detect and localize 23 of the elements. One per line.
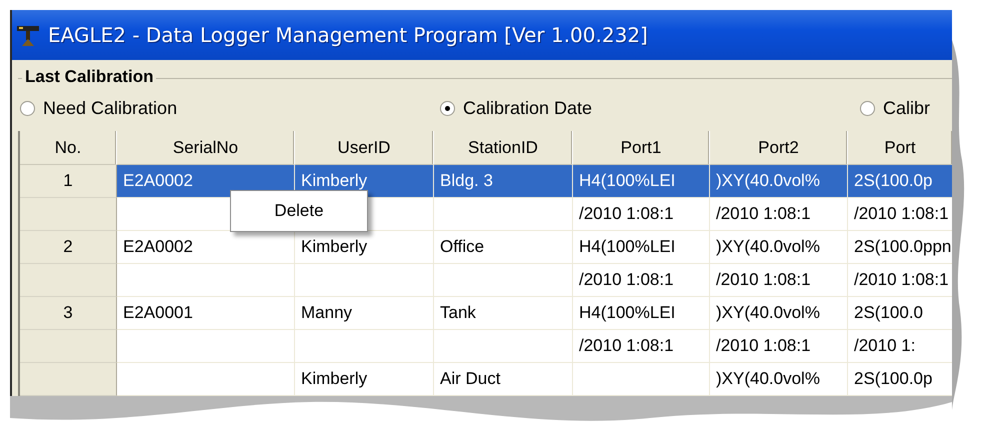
radio-button[interactable]: [20, 100, 35, 116]
column-header[interactable]: Port: [848, 131, 952, 165]
row-header: 1: [20, 165, 117, 198]
column-header[interactable]: UserID: [295, 131, 434, 165]
radio-button[interactable]: [440, 100, 455, 116]
radio-button[interactable]: [860, 100, 875, 116]
radio-label: Calibr: [883, 98, 930, 118]
row-header: 3: [20, 297, 117, 330]
column-header[interactable]: Port1: [573, 131, 710, 165]
column-header[interactable]: No.: [20, 131, 117, 165]
menu-item[interactable]: Delete: [274, 201, 324, 221]
tripod-icon: [16, 23, 40, 47]
row-header: 2: [20, 231, 117, 264]
radio-label: Calibration Date: [463, 98, 592, 118]
table-row[interactable]: 1 E2A0002 Kimberly Bldg. 3 H4(100%LEI )XY(40.0vol% 2S(100.0p: [20, 165, 952, 198]
table-row[interactable]: 3 E2A0001 Manny Tank H4(100%LEI )XY(40.0vol% 2S(100.0: [20, 297, 952, 330]
radio-label: Need Calibration: [43, 98, 178, 118]
window-title: EAGLE2 - Data Logger Management Program [Ver 1.00.232]: [48, 23, 648, 47]
table-row[interactable]: Kimberly Air Duct )XY(40.0vol% 2S(100.0p: [20, 363, 952, 396]
column-header[interactable]: Port2: [710, 131, 848, 165]
table-row[interactable]: 2 E2A0002 Kimberly Office H4(100%LEI )XY(40.0vol% 2S(100.0ppn: [20, 231, 952, 264]
column-header[interactable]: SerialNo: [117, 131, 295, 165]
column-header[interactable]: StationID: [434, 131, 573, 165]
